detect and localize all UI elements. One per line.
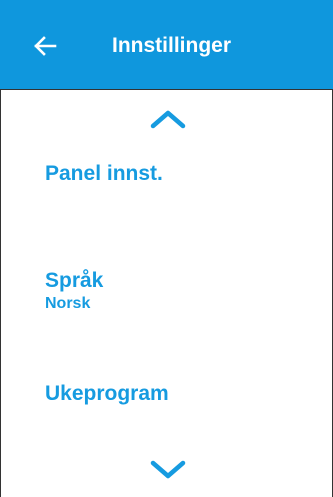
back-button[interactable] [22,28,68,64]
scroll-down-button[interactable] [141,450,195,490]
menu-item-label: Panel innst. [45,162,163,185]
menu-item-label: Språk [45,269,104,292]
settings-list[interactable]: Panel innst. Språk Norsk Ukeprogram [0,90,333,497]
menu-item-week-program[interactable]: Ukeprogram [45,381,315,407]
menu-item-value: Norsk [45,295,91,312]
arrow-left-icon [34,36,57,56]
header-bar: Innstillinger [0,0,333,90]
menu-item-panel-settings[interactable]: Panel innst. [45,161,315,187]
scroll-up-button[interactable] [141,99,195,139]
menu-item-language[interactable]: Språk Norsk [45,268,315,314]
chevron-up-icon [150,110,186,129]
chevron-down-icon [150,460,186,479]
page-title: Innstillinger [112,34,232,57]
menu-item-label: Ukeprogram [45,382,169,405]
